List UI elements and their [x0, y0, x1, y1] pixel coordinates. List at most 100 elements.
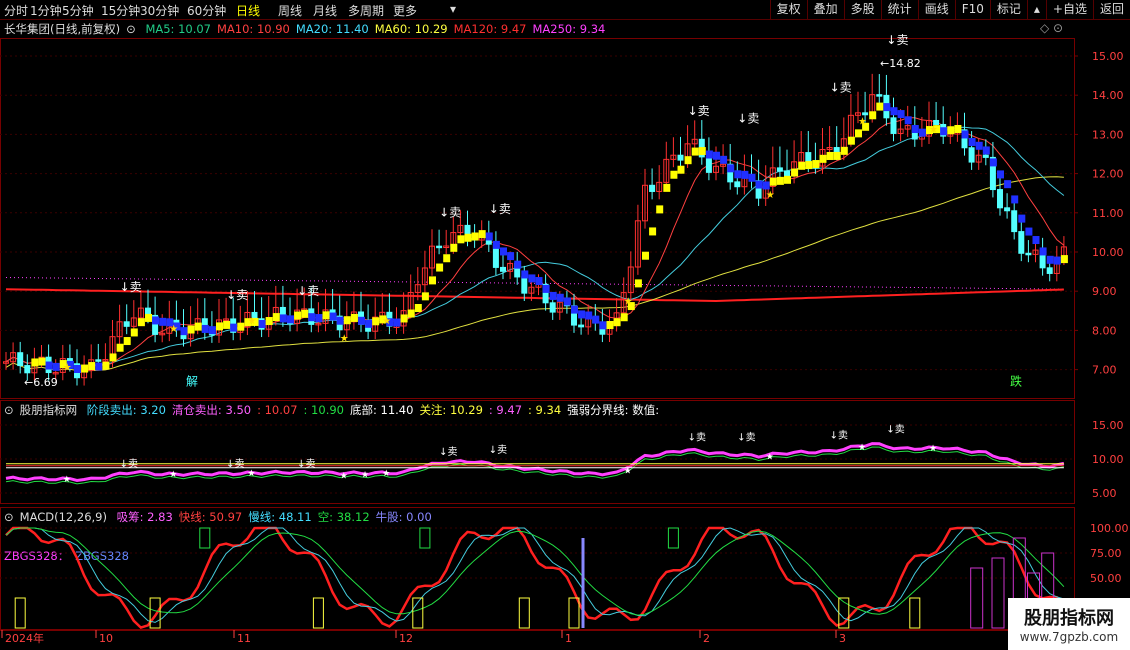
price-tick-label: 13.00 [1092, 128, 1124, 141]
trend-ribbon-block [137, 318, 145, 327]
trend-ribbon-block [279, 314, 287, 323]
trend-ribbon-block [258, 319, 266, 328]
date-label: 3 [839, 632, 846, 645]
indicator-tick-label: 5.00 [1092, 487, 1117, 500]
candle-body [17, 352, 24, 367]
trend-ribbon-block [954, 124, 962, 133]
macd-tick-label: 100.00 [1090, 522, 1129, 535]
trend-ribbon-block [975, 141, 983, 150]
candle-body [1004, 207, 1011, 212]
trend-ribbon-block [471, 232, 479, 241]
trend-ribbon-block [514, 260, 522, 269]
trend-ribbon-block [968, 137, 976, 146]
sell-signal-label: ↓卖 [226, 288, 248, 302]
trend-ribbon-block [464, 233, 472, 242]
trend-ribbon-block [1039, 247, 1047, 256]
trend-ribbon-block [634, 279, 642, 288]
candle-body [1018, 231, 1025, 254]
sell-signal-label: ↓卖 [830, 80, 852, 94]
date-label: 11 [237, 632, 251, 645]
sell-signal-label: ↓卖 [688, 104, 710, 118]
ma60-line [5, 176, 1064, 372]
trend-ribbon-block [571, 305, 578, 314]
trend-ribbon-block [642, 251, 649, 260]
star-signal: ★ [247, 316, 256, 327]
sell-signal-label: ↓卖 [120, 280, 142, 294]
indicator-star: ★ [63, 475, 71, 485]
trend-ribbon-block [81, 364, 89, 373]
candle-body [776, 167, 783, 172]
candle-body [677, 154, 684, 161]
trend-ribbon-block [301, 309, 309, 318]
candle-body [123, 321, 130, 327]
trend-ribbon-block [272, 313, 280, 322]
date-label: 2024年 [5, 631, 44, 645]
price-tick-label: 10.00 [1092, 246, 1124, 259]
trend-ribbon-block [769, 177, 777, 186]
macd-panel-frame [0, 507, 1075, 630]
price-tick-label: 15.00 [1092, 50, 1124, 63]
trend-ribbon-block [492, 240, 500, 249]
trend-ribbon-block [1025, 227, 1033, 236]
trend-ribbon-block [826, 151, 834, 160]
trend-ribbon-block [890, 107, 898, 116]
trend-ribbon-block [599, 321, 607, 330]
trend-ribbon-block [819, 154, 827, 163]
trend-ribbon-block [365, 319, 373, 328]
indicator-sell-label: ↓卖 [297, 458, 315, 470]
trend-ribbon-block [237, 322, 245, 331]
macd-tick-label: 75.00 [1090, 547, 1122, 560]
candle-body [890, 117, 897, 134]
indicator-star: ★ [624, 466, 632, 476]
trend-ribbon-block [308, 313, 316, 322]
trend-ribbon-block [201, 324, 209, 333]
trend-ribbon-block [223, 320, 231, 329]
trend-ribbon-block [656, 205, 664, 214]
trend-ribbon-block [500, 247, 507, 256]
candle-body [436, 245, 443, 249]
trend-ribbon-block [485, 232, 493, 241]
star-signal: ★ [929, 124, 938, 135]
indicator-sell-label: ↓卖 [830, 430, 848, 442]
trend-ribbon-block [585, 311, 593, 320]
trend-ribbon-block [776, 176, 784, 185]
indicator-sell-label: ↓卖 [120, 458, 138, 470]
trend-ribbon-block [556, 293, 564, 302]
candle-body [1046, 267, 1053, 274]
candle-body [24, 365, 31, 374]
macd-bottom-box [909, 597, 921, 629]
stock-chart[interactable]: 15.0014.0013.0012.0011.0010.009.008.007.… [0, 0, 1130, 650]
trend-ribbon-block [791, 168, 799, 177]
trend-ribbon-block [663, 183, 671, 192]
trend-ribbon-block [123, 337, 131, 346]
trend-ribbon-block [343, 316, 351, 325]
trend-ribbon-block [670, 170, 678, 179]
candle-body [734, 181, 741, 188]
trend-ribbon-block [187, 325, 195, 334]
indicator-sell-label: ↓卖 [688, 432, 706, 444]
indicator-star: ★ [247, 469, 255, 479]
candle-body [982, 154, 989, 158]
trend-ribbon-block [180, 327, 188, 336]
indicator-sell-label: ↓卖 [737, 432, 755, 444]
trend-ribbon-block [677, 165, 685, 174]
trend-ribbon-block [507, 252, 515, 261]
trend-ribbon-block [911, 124, 919, 133]
trend-ribbon-block [947, 126, 955, 135]
trend-ribbon-block [443, 254, 451, 263]
trend-ribbon-block [592, 315, 600, 324]
trend-ribbon-block [315, 314, 323, 323]
trend-ribbon-block [684, 156, 692, 165]
trend-ribbon-block [145, 313, 152, 322]
indicator-star: ★ [361, 471, 369, 481]
indicator-sell-label: ↓卖 [439, 446, 457, 458]
trend-ribbon-block [194, 322, 202, 331]
trend-ribbon-block [883, 103, 891, 112]
trend-ribbon-block [159, 317, 167, 326]
trend-ribbon-block [606, 321, 614, 330]
trend-ribbon-block [521, 270, 529, 279]
watermark-title: 股朋指标网 [1024, 608, 1114, 629]
candle-body [997, 189, 1003, 209]
trend-ribbon-block [840, 146, 848, 155]
trend-ribbon-block [720, 155, 728, 164]
